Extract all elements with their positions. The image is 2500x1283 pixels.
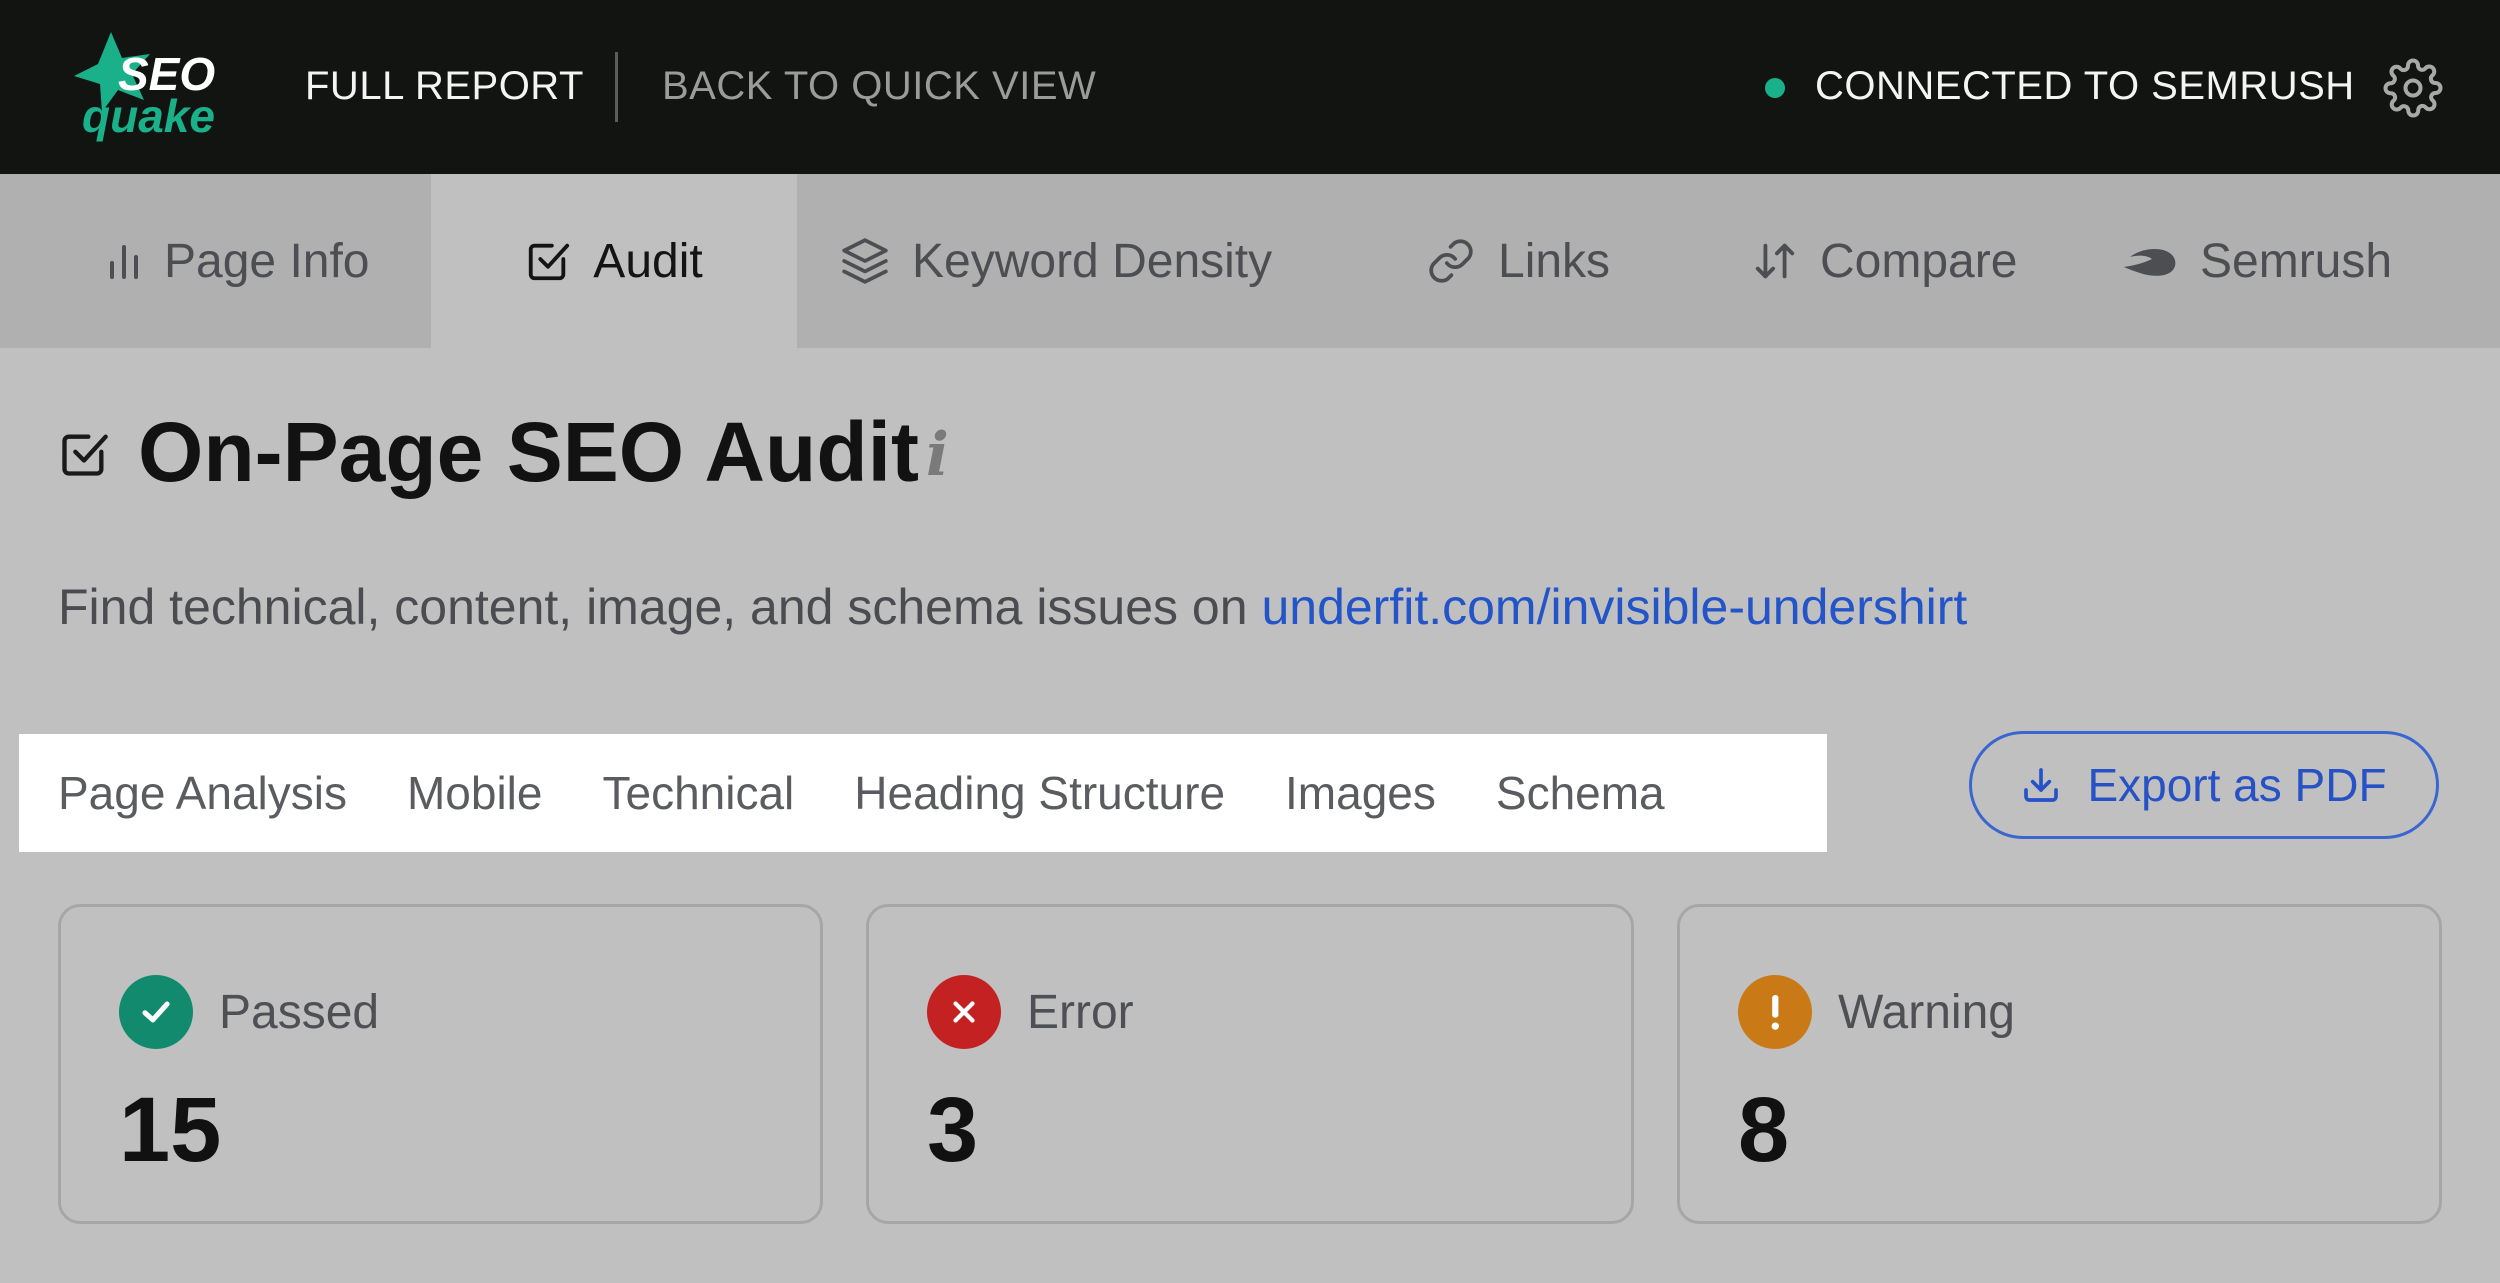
info-icon[interactable]: i: [926, 420, 949, 490]
audited-url-link[interactable]: underfit.com/invisible-undershirt: [1261, 579, 1967, 635]
download-icon: [2024, 768, 2059, 802]
tab-label: Keyword Density: [912, 234, 1273, 288]
svg-text:quake: quake: [82, 90, 215, 142]
tab-label: Audit: [593, 234, 703, 288]
card-label: Passed: [219, 986, 380, 1039]
card-value: 8: [1738, 1079, 1790, 1181]
top-bar: SEO quake FULL REPORT BACK TO QUICK VIEW…: [0, 0, 2500, 174]
semrush-icon: [2124, 249, 2176, 276]
tab-page-info[interactable]: Page Info: [106, 174, 370, 348]
checkbox-icon: [529, 243, 570, 281]
subtab-page-analysis[interactable]: Page Analysis: [58, 766, 347, 820]
export-pdf-button[interactable]: Export as PDF: [1969, 731, 2439, 839]
x-circle-icon: [927, 975, 1001, 1049]
exclamation-circle-icon: [1738, 975, 1812, 1049]
check-circle-icon: [119, 975, 193, 1049]
tab-compare[interactable]: Compare: [1752, 174, 2017, 348]
tab-audit[interactable]: Audit: [431, 174, 797, 348]
seoquake-logo[interactable]: SEO quake: [56, 28, 236, 148]
subtab-heading-structure[interactable]: Heading Structure: [854, 766, 1225, 820]
tab-label: Links: [1498, 234, 1611, 288]
page-subtitle: Find technical, content, image, and sche…: [58, 572, 1967, 642]
card-label: Error: [1027, 986, 1134, 1039]
passed-card[interactable]: Passed 15: [58, 904, 823, 1224]
tab-keyword-density[interactable]: Keyword Density: [840, 174, 1272, 348]
connection-status: CONNECTED TO SEMRUSH: [1815, 64, 2355, 108]
header-divider: [615, 52, 618, 122]
warning-card[interactable]: Warning 8: [1677, 904, 2442, 1224]
subtab-images[interactable]: Images: [1285, 766, 1436, 820]
tab-label: Semrush: [2200, 234, 2393, 288]
card-value: 15: [119, 1079, 222, 1181]
export-label: Export as PDF: [2087, 759, 2387, 811]
subtab-schema[interactable]: Schema: [1496, 766, 1665, 820]
layers-icon: [842, 238, 888, 284]
sort-arrows-icon: [1755, 243, 1795, 279]
connection-status-dot: [1765, 78, 1785, 98]
main-tab-bar: Page Info Audit Keyword Density Links Co…: [0, 174, 2500, 348]
bar-chart-icon: [110, 245, 138, 279]
card-value: 3: [927, 1079, 979, 1181]
tab-label: Compare: [1820, 234, 2018, 288]
audit-subtabs: Page Analysis Mobile Technical Heading S…: [19, 734, 1827, 852]
full-report-link[interactable]: FULL REPORT: [305, 58, 584, 114]
tab-links[interactable]: Links: [1426, 174, 1610, 348]
audit-checkbox-icon: [62, 434, 108, 476]
page-title: On-Page SEO Audit: [138, 405, 919, 499]
tab-semrush[interactable]: Semrush: [2122, 174, 2392, 348]
subtab-mobile[interactable]: Mobile: [407, 766, 543, 820]
subtitle-text: Find technical, content, image, and sche…: [58, 579, 1262, 635]
gear-icon[interactable]: [2383, 58, 2443, 118]
subtab-technical[interactable]: Technical: [602, 766, 794, 820]
tab-label: Page Info: [164, 234, 370, 288]
link-icon: [1429, 239, 1473, 283]
card-label: Warning: [1838, 986, 2015, 1039]
back-to-quick-view-link[interactable]: BACK TO QUICK VIEW: [662, 58, 1096, 114]
error-card[interactable]: Error 3: [866, 904, 1634, 1224]
